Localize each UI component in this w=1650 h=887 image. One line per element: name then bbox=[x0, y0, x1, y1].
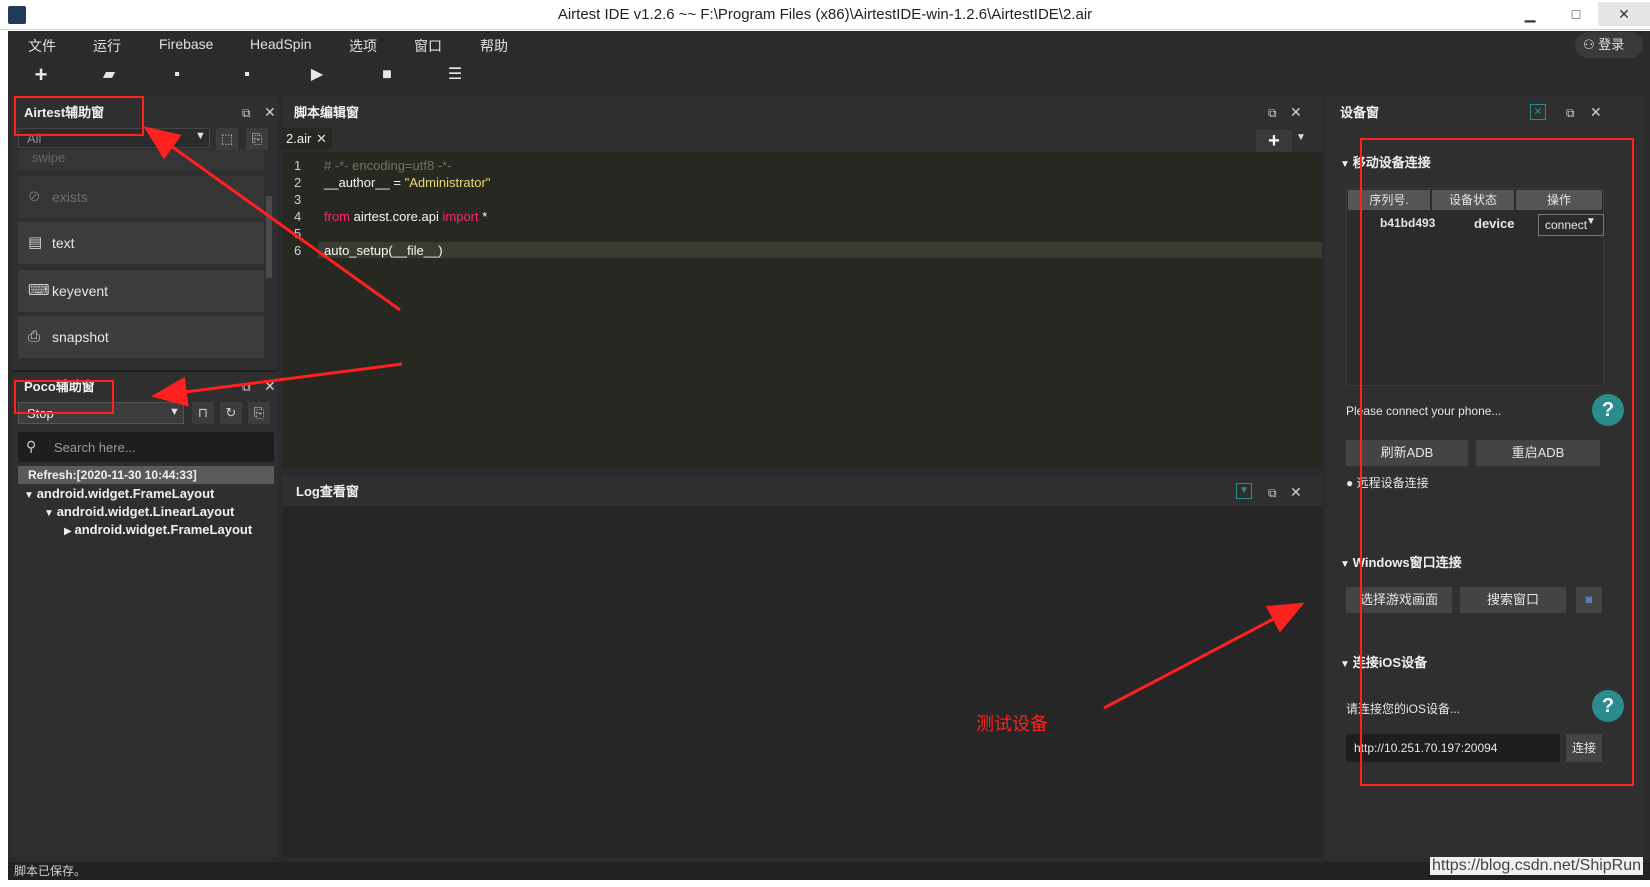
watermark: https://blog.csdn.net/ShipRun bbox=[1430, 857, 1644, 875]
status-bar: 脚本已保存。 bbox=[8, 862, 1650, 880]
annotation-label: 测试设备 bbox=[976, 714, 1048, 734]
arrow-to-airtest bbox=[143, 126, 401, 312]
arrow-to-poco bbox=[151, 362, 403, 407]
arrow-to-device bbox=[1103, 602, 1305, 710]
annotation-arrows bbox=[143, 126, 1305, 710]
